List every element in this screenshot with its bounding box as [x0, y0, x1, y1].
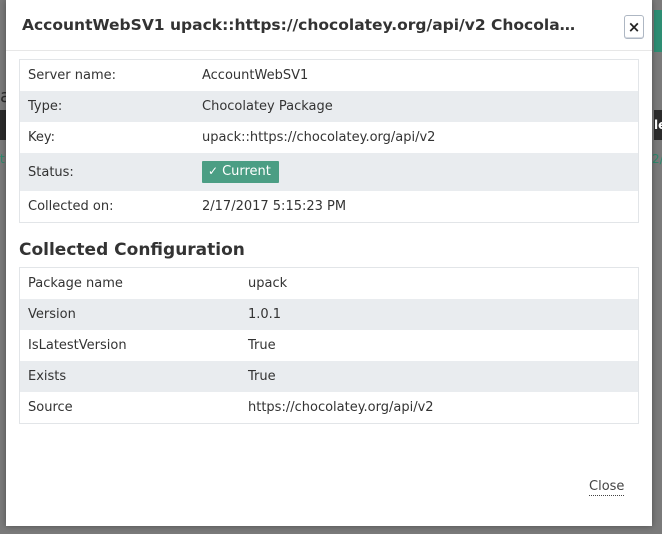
table-row: Type: Chocolatey Package: [19, 91, 639, 122]
section-heading: Collected Configuration: [19, 240, 245, 260]
config-label: Package name: [28, 276, 123, 291]
config-value: upack: [248, 276, 288, 291]
config-label: Source: [28, 400, 73, 415]
table-row: IsLatestVersion True: [20, 330, 639, 361]
config-value: 1.0.1: [240, 299, 639, 330]
collected-configuration-table: Package name upack Version 1.0.1 IsLates…: [19, 267, 639, 424]
config-label: Version: [19, 299, 240, 330]
check-icon: ✓: [208, 164, 219, 178]
table-row: Source https://chocolatey.org/api/v2: [20, 392, 639, 424]
collected-on-value: 2/17/2017 5:15:23 PM: [202, 199, 347, 214]
server-details-table: Server name: AccountWebSV1 Type: Chocola…: [19, 59, 639, 223]
background-text: 2/: [652, 152, 662, 166]
config-value: True: [240, 361, 639, 392]
close-button[interactable]: Close: [589, 479, 625, 496]
config-value: https://chocolatey.org/api/v2: [248, 400, 434, 415]
background-button-label: le: [654, 118, 662, 132]
table-row: Collected on: 2/17/2017 5:15:23 PM: [20, 191, 639, 223]
status-value: Current: [222, 164, 271, 179]
status-badge: ✓ Current: [202, 161, 279, 183]
status-cell: ✓ Current: [194, 153, 639, 191]
configuration-dialog: AccountWebSV1 upack::https://chocolatey.…: [6, 0, 652, 526]
table-row: Key: upack::https://chocolatey.org/api/v…: [20, 122, 639, 153]
server-name-value: AccountWebSV1: [202, 68, 309, 83]
close-icon[interactable]: ×: [624, 15, 644, 39]
type-value: Chocolatey Package: [194, 91, 639, 122]
table-row: Status: ✓ Current: [19, 153, 639, 191]
config-label: Exists: [19, 361, 240, 392]
server-name-label: Server name:: [28, 68, 117, 83]
title-divider: [6, 50, 652, 51]
key-value: upack::https://chocolatey.org/api/v2: [202, 130, 436, 145]
status-label: Status:: [19, 153, 194, 191]
key-label: Key:: [28, 130, 56, 145]
background-green-button: [654, 10, 662, 52]
background-dark-button: le: [654, 110, 662, 140]
dialog-title: AccountWebSV1 upack::https://chocolatey.…: [22, 16, 582, 34]
background-text: t: [0, 152, 5, 166]
table-row: Server name: AccountWebSV1: [20, 60, 639, 92]
config-value: True: [248, 338, 276, 353]
type-label: Type:: [19, 91, 194, 122]
collected-on-label: Collected on:: [28, 199, 114, 214]
table-row: Exists True: [19, 361, 639, 392]
table-row: Version 1.0.1: [19, 299, 639, 330]
config-label: IsLatestVersion: [28, 338, 127, 353]
table-row: Package name upack: [20, 268, 639, 300]
